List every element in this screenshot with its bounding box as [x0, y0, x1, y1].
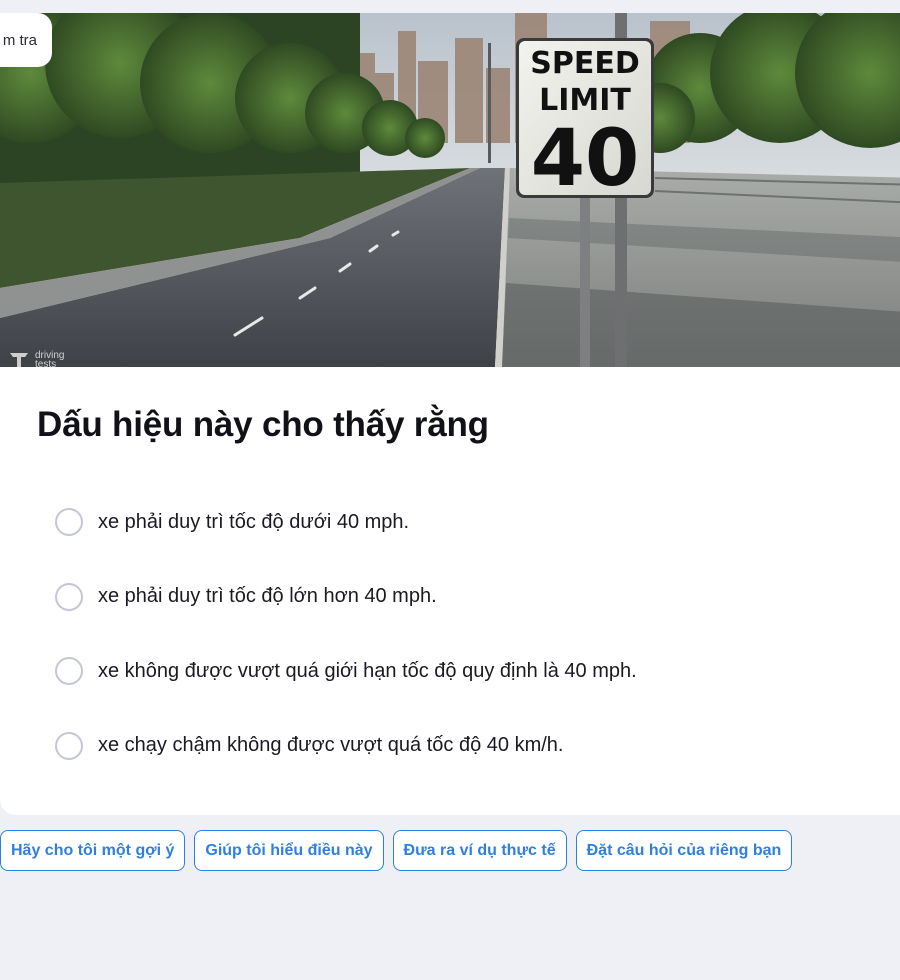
sign-number: 40 — [531, 114, 640, 204]
watermark-line2: tests — [35, 359, 57, 368]
suggestion-chips: Hãy cho tôi một gợi ý Giúp tôi hiểu điều… — [0, 830, 793, 871]
real-example-button[interactable]: Đưa ra ví dụ thực tế — [392, 830, 567, 871]
answer-option-label: xe phải duy trì tốc độ dưới 40 mph. — [98, 510, 410, 533]
explain-button[interactable]: Giúp tôi hiểu điều này — [194, 830, 384, 871]
back-button-label: m tra — [2, 31, 37, 49]
radio-icon[interactable] — [55, 731, 83, 760]
question-image: SPEED LIMIT 40 driving tests — [0, 13, 900, 367]
answer-option-2[interactable]: xe phải duy trì tốc độ lớn hơn 40 mph. — [55, 580, 637, 614]
driving-tests-logo-icon — [10, 353, 28, 367]
answer-option-4[interactable]: xe chạy chậm không được vượt quá tốc độ … — [55, 729, 637, 763]
radio-icon[interactable] — [55, 582, 83, 611]
answer-options: xe phải duy trì tốc độ dưới 40 mph. xe p… — [55, 505, 637, 803]
sign-line1: SPEED — [530, 46, 639, 81]
driving-tests-logo: driving tests — [8, 350, 73, 367]
back-button[interactable]: m tra — [0, 13, 52, 67]
hint-button[interactable]: Hãy cho tôi một gợi ý — [0, 830, 186, 871]
answer-option-label: xe phải duy trì tốc độ lớn hơn 40 mph. — [98, 585, 437, 607]
sign-line2: LIMIT — [539, 83, 631, 118]
answer-option-3[interactable]: xe không được vượt quá giới hạn tốc độ q… — [55, 654, 637, 688]
question-title: Dấu hiệu này cho thấy rằng — [37, 405, 489, 444]
question-card: SPEED LIMIT 40 driving tests Dấu hiệu nà… — [0, 13, 900, 815]
answer-option-1[interactable]: xe phải duy trì tốc độ dưới 40 mph. — [55, 505, 637, 539]
radio-icon[interactable] — [55, 657, 83, 685]
ask-own-question-button[interactable]: Đặt câu hỏi của riêng bạn — [575, 830, 793, 871]
answer-option-label: xe chạy chậm không được vượt quá tốc độ … — [98, 734, 564, 756]
radio-icon[interactable] — [55, 508, 83, 536]
answer-option-label: xe không được vượt quá giới hạn tốc độ q… — [98, 659, 637, 682]
